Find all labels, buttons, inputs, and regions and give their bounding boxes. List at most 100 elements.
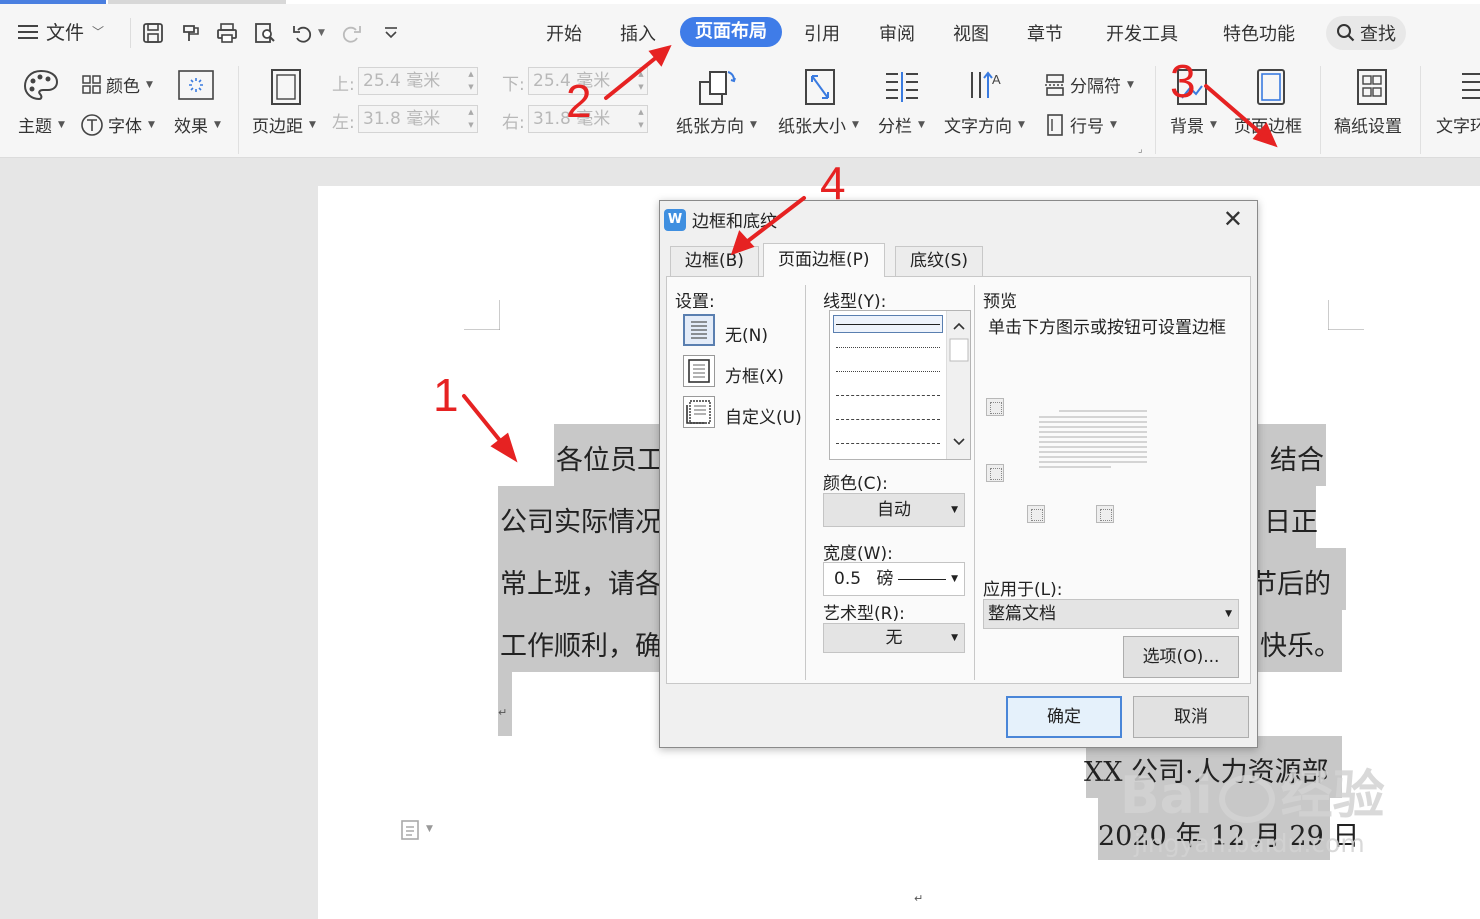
effects-button[interactable]: 效果 ▼ — [174, 112, 221, 137]
line-style-scrollbar[interactable] — [946, 311, 970, 459]
theme-label: 主题 — [18, 117, 52, 137]
setting-custom-icon[interactable] — [683, 396, 715, 428]
text-direction-icon[interactable]: A — [968, 68, 1002, 106]
palette-icon[interactable] — [22, 68, 60, 102]
line-numbers-button[interactable]: 行号 ▼ — [1046, 112, 1117, 137]
line-style-dash-dot[interactable] — [836, 443, 940, 444]
dialog-title-bar[interactable]: W 边框和底纹 — [664, 207, 777, 232]
undo-icon[interactable] — [292, 22, 314, 44]
undo-dropdown-caret[interactable]: ▼ — [318, 28, 325, 38]
theme-button[interactable]: 主题 ▼ — [18, 112, 65, 137]
paste-options-button[interactable]: ▼ — [400, 818, 433, 840]
manuscript-icon[interactable] — [1356, 68, 1388, 106]
text-wrap-button[interactable]: 文字环 — [1436, 112, 1480, 137]
setting-box-icon[interactable] — [683, 355, 715, 387]
search-button[interactable]: 查找 — [1326, 16, 1406, 50]
close-icon[interactable]: ✕ — [1223, 205, 1243, 233]
paper-size-button[interactable]: 纸张大小 ▼ — [778, 112, 859, 137]
print-icon[interactable] — [216, 22, 238, 44]
page-border-icon[interactable] — [1256, 68, 1286, 106]
line-style-solid[interactable] — [836, 324, 940, 325]
tab-review[interactable]: 审阅 — [879, 20, 915, 46]
tab-view[interactable]: 视图 — [953, 20, 989, 46]
preview-left-border-button[interactable] — [1027, 505, 1045, 523]
tab-developer[interactable]: 开发工具 — [1106, 20, 1178, 46]
file-menu[interactable]: 文件 ﹀ — [18, 18, 104, 45]
margins-icon[interactable] — [270, 68, 302, 106]
ribbon-divider — [1155, 66, 1156, 154]
preview-page-sample[interactable] — [1037, 409, 1149, 471]
tab-insert[interactable]: 插入 — [620, 20, 656, 46]
options-button[interactable]: 选项(O)... — [1123, 636, 1239, 678]
orientation-button[interactable]: 纸张方向 ▼ — [676, 112, 757, 137]
format-painter-icon[interactable] — [180, 22, 202, 44]
search-label: 查找 — [1360, 24, 1396, 45]
line-style-fine-dotted[interactable] — [836, 371, 940, 372]
paper-size-icon[interactable] — [804, 68, 836, 106]
chevron-down-icon: ▼ — [750, 119, 757, 130]
dialog-launcher-icon[interactable]: ⌟ — [1138, 144, 1143, 155]
setting-custom-label[interactable]: 自定义(U) — [725, 403, 802, 428]
setting-none-icon[interactable] — [683, 314, 715, 346]
font-button[interactable]: 字体 ▼ — [80, 112, 155, 137]
dialog-body: 设置: 无(N) 方框(X) 自定义(U) 线型(Y): 颜色(C): 自动 ▼… — [666, 276, 1251, 684]
tab-shading[interactable]: 底纹(S) — [895, 246, 984, 276]
top-margin-input[interactable]: 25.4 毫米 ▲ ▼ — [358, 67, 478, 95]
line-style-dotted[interactable] — [836, 347, 940, 348]
manuscript-settings-button[interactable]: 稿纸设置 — [1334, 112, 1402, 137]
color-select[interactable]: 自动 ▼ — [823, 493, 965, 527]
tab-borders[interactable]: 边框(B) — [670, 246, 759, 276]
spinner-arrows-icon[interactable]: ▲ ▼ — [465, 106, 477, 132]
preview-right-border-button[interactable] — [1096, 505, 1114, 523]
preview-label: 预览 — [983, 292, 1017, 312]
columns-button[interactable]: 分栏 ▼ — [878, 112, 925, 137]
setting-none-label[interactable]: 无(N) — [725, 321, 768, 346]
width-select[interactable]: 0.5 磅 ▼ — [823, 562, 965, 596]
orientation-label: 纸张方向 — [676, 117, 744, 137]
text-direction-button[interactable]: 文字方向 ▼ — [944, 112, 1025, 137]
text-wrap-icon[interactable] — [1460, 70, 1480, 104]
chevron-down-icon: ▼ — [426, 824, 433, 834]
search-icon — [1337, 24, 1355, 42]
preview-bottom-border-button[interactable] — [986, 464, 1004, 482]
left-margin-input[interactable]: 31.8 毫米 ▲ ▼ — [358, 105, 478, 133]
background-button[interactable]: 背景 ▼ — [1170, 112, 1217, 137]
line-style-long-dashed[interactable] — [836, 419, 940, 420]
tab-special-features[interactable]: 特色功能 — [1223, 20, 1295, 46]
tab-references[interactable]: 引用 — [804, 20, 840, 46]
apply-to-value: 整篇文档 — [988, 604, 1056, 624]
text-direction-label: 文字方向 — [944, 117, 1012, 137]
chevron-down-icon: ▼ — [1110, 119, 1117, 130]
tab-page-layout[interactable]: 页面布局 — [680, 17, 782, 47]
setting-box-label[interactable]: 方框(X) — [725, 362, 784, 387]
background-label: 背景 — [1170, 117, 1204, 137]
breaks-button[interactable]: 分隔符 ▼ — [1044, 72, 1134, 97]
preview-top-border-button[interactable] — [986, 398, 1004, 416]
line-style-dashed[interactable] — [836, 395, 940, 396]
ok-button[interactable]: 确定 — [1006, 696, 1122, 738]
orientation-icon[interactable] — [698, 68, 738, 106]
width-label: 宽度(W): — [823, 544, 893, 564]
tab-chapter[interactable]: 章节 — [1027, 20, 1063, 46]
color-button[interactable]: 颜色 ▼ — [82, 72, 153, 97]
page-borders-button[interactable]: 页面边框 — [1234, 112, 1302, 137]
cancel-button[interactable]: 取消 — [1133, 696, 1249, 738]
apply-to-select[interactable]: 整篇文档 ▼ — [983, 599, 1239, 629]
menu-divider — [130, 18, 131, 48]
tab-home[interactable]: 开始 — [546, 20, 582, 46]
paw-icon — [1218, 775, 1275, 823]
effects-icon[interactable] — [178, 70, 214, 100]
columns-icon[interactable] — [884, 70, 920, 104]
text-highlight — [498, 672, 512, 736]
spinner-arrows-icon[interactable]: ▲ ▼ — [635, 106, 647, 132]
spinner-arrows-icon[interactable]: ▲ ▼ — [465, 68, 477, 94]
margins-button[interactable]: 页边距 ▼ — [252, 112, 316, 137]
customize-toolbar-icon[interactable] — [380, 22, 402, 44]
annotation-number-3: 3 — [1170, 55, 1196, 107]
tab-page-border[interactable]: 页面边框(P) — [763, 243, 885, 277]
print-preview-icon[interactable] — [254, 22, 276, 44]
spinner-arrows-icon[interactable]: ▲ ▼ — [635, 68, 647, 94]
save-icon[interactable] — [142, 22, 164, 44]
line-style-list[interactable] — [829, 310, 971, 460]
art-select[interactable]: 无 ▼ — [823, 623, 965, 653]
